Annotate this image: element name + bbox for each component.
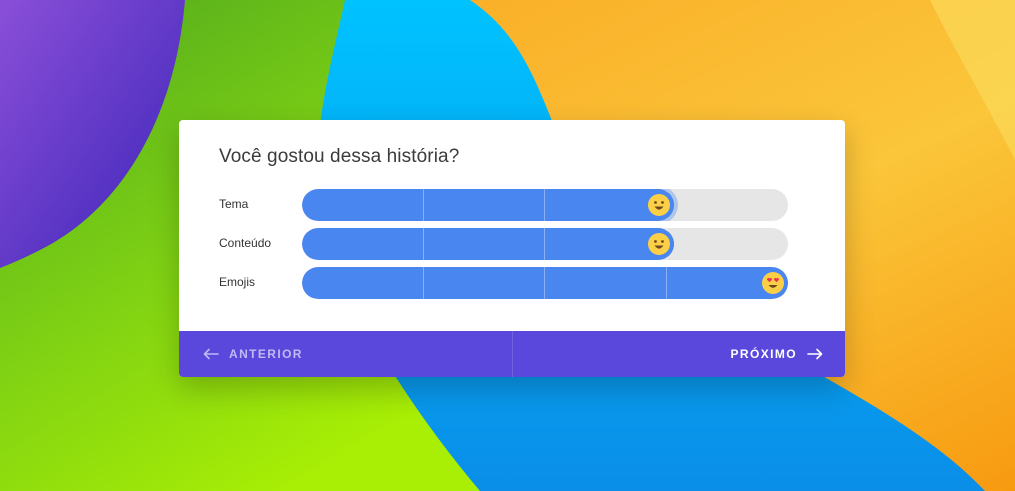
slider-step-divider xyxy=(544,189,545,221)
slider-step-divider xyxy=(423,189,424,221)
question-title: Você gostou dessa história? xyxy=(219,146,460,167)
slider-fill xyxy=(302,189,674,221)
rating-label: Tema xyxy=(219,197,249,211)
slider-thumb[interactable] xyxy=(644,229,674,259)
rating-label: Conteúdo xyxy=(219,236,272,250)
rating-slider[interactable] xyxy=(302,267,788,299)
slider-step-divider xyxy=(544,228,545,260)
rating-label: Emojis xyxy=(219,275,256,289)
slider-step-divider xyxy=(544,267,545,299)
heart-eyes-face-emoji-icon xyxy=(762,272,784,294)
card-footer: ANTERIOR PRÓXIMO xyxy=(179,331,845,377)
previous-button-label: ANTERIOR xyxy=(229,347,303,361)
rating-row-conteudo: Conteúdo xyxy=(219,228,809,260)
survey-card: Você gostou dessa história? Tema Conteúd… xyxy=(179,120,845,377)
rating-slider[interactable] xyxy=(302,189,788,221)
slider-thumb[interactable] xyxy=(644,190,674,220)
slider-thumb[interactable] xyxy=(758,268,788,298)
arrow-right-icon xyxy=(807,348,823,360)
arrow-left-icon xyxy=(203,348,219,360)
next-button-label: PRÓXIMO xyxy=(730,347,797,361)
previous-button[interactable]: ANTERIOR xyxy=(203,331,303,377)
rating-slider[interactable] xyxy=(302,228,788,260)
rating-row-tema: Tema xyxy=(219,189,809,221)
rating-row-emojis: Emojis xyxy=(219,267,809,299)
slider-step-divider xyxy=(423,228,424,260)
grinning-face-emoji-icon xyxy=(648,233,670,255)
slider-step-divider xyxy=(423,267,424,299)
slider-step-divider xyxy=(666,267,667,299)
slider-fill xyxy=(302,228,674,260)
grinning-face-emoji-icon xyxy=(648,194,670,216)
next-button[interactable]: PRÓXIMO xyxy=(731,331,823,377)
slider-fill xyxy=(302,267,788,299)
footer-divider xyxy=(512,331,513,377)
